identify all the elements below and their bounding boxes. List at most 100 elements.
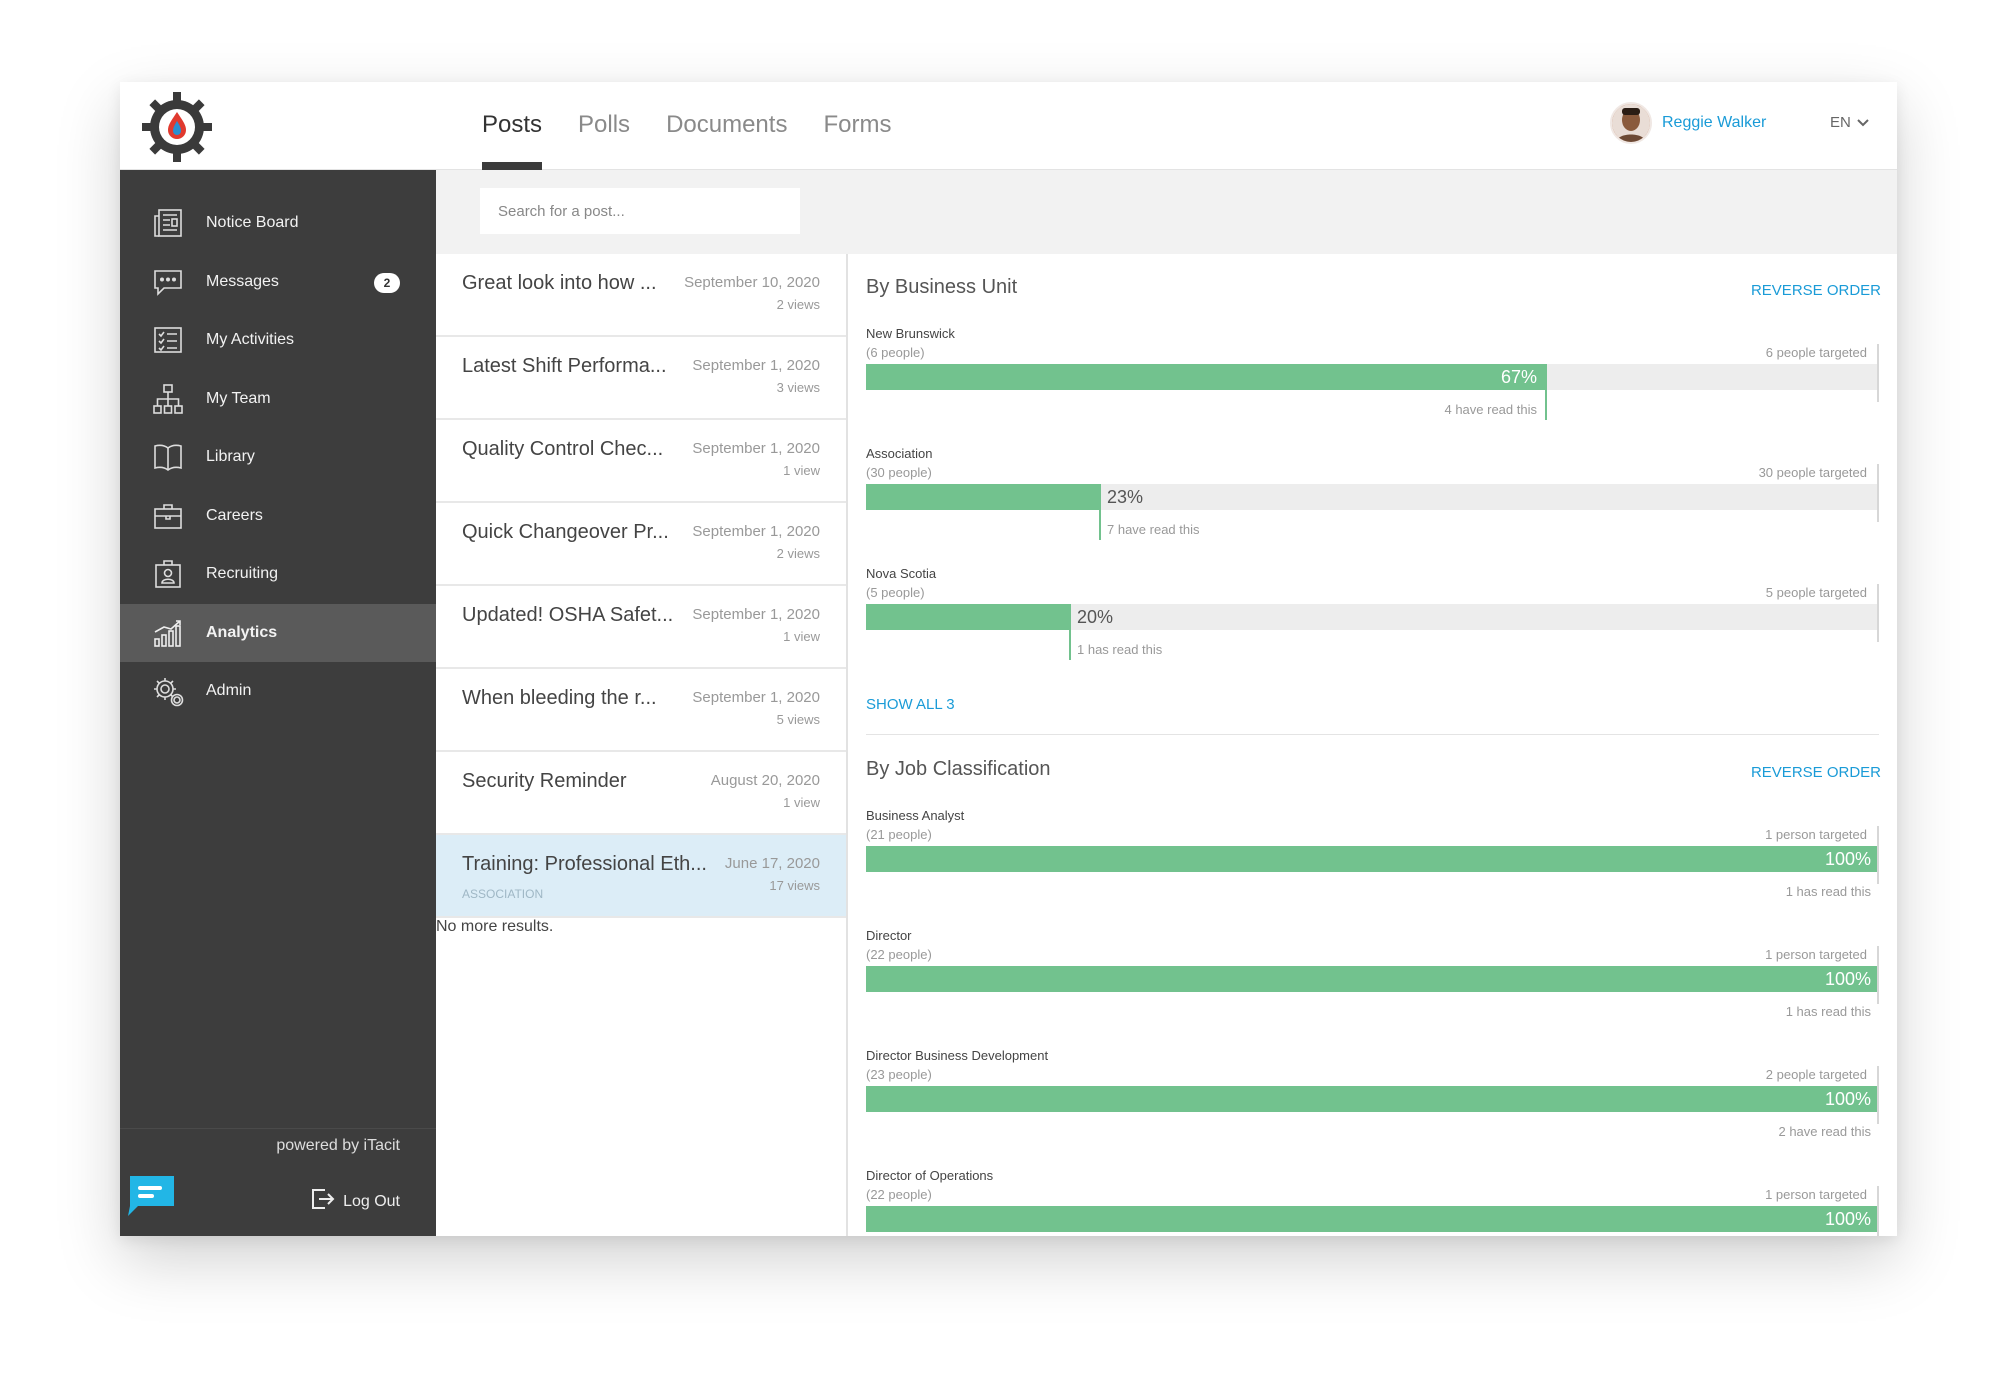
sidebar-item-my-activities[interactable]: My Activities [120, 311, 436, 370]
row-name: Director of Operations [866, 1168, 994, 1183]
post-date: September 1, 2020 [692, 606, 820, 623]
app-window: Posts Polls Documents Forms Reggie Walker E… [120, 82, 1897, 1236]
tab-forms[interactable]: Forms [823, 82, 891, 170]
progress-track [866, 484, 1879, 510]
post-title: Security Reminder [462, 770, 627, 792]
sidebar-item-analytics[interactable]: Analytics [120, 603, 436, 662]
business-unit-title: By Business Unit [866, 276, 1018, 298]
progress-row: New Brunswick (6 people) 6 people targeted… [866, 326, 1879, 446]
row-people-count: (21 people) [866, 827, 932, 842]
row-name: Director [866, 928, 912, 943]
post-list-item[interactable]: Great look into how ... September 10, 202… [436, 254, 846, 337]
row-people-count: (22 people) [866, 947, 932, 962]
row-name: New Brunswick [866, 326, 955, 341]
progress-row: Business Analyst (21 people) 1 person targ… [866, 808, 1879, 928]
bar-chart-icon [150, 615, 186, 651]
post-title: When bleeding the r... [462, 687, 657, 709]
sidebar-item-label: Notice Board [206, 214, 299, 232]
search-input[interactable] [480, 188, 800, 234]
progress-fill [866, 364, 1545, 390]
org-chart-icon [150, 381, 186, 417]
job-classification-title: By Job Classification [866, 758, 1051, 780]
sidebar-item-label: Careers [206, 506, 263, 524]
target-end-line [1877, 584, 1879, 642]
row-people-count: (23 people) [866, 1067, 932, 1082]
progress-track [866, 364, 1879, 390]
progress-row: Nova Scotia (5 people) 5 people targeted 20… [866, 566, 1879, 686]
row-people-count: (22 people) [866, 1187, 932, 1202]
analytics-panel: By Business Unit REVERSE ORDER New Bruns… [850, 254, 1897, 1236]
sidebar-item-label: Library [206, 448, 255, 466]
unread-count-badge: 2 [374, 272, 400, 293]
business-unit-reverse-order-button[interactable]: REVERSE ORDER [1751, 282, 1881, 299]
tab-polls[interactable]: Polls [578, 82, 630, 170]
row-name: Business Analyst [866, 808, 965, 823]
post-list-item[interactable]: Quick Changeover Pr... September 1, 2020 2… [436, 503, 846, 586]
sidebar-item-notice-board[interactable]: Notice Board [120, 194, 436, 253]
post-title: Updated! OSHA Safet... [462, 604, 674, 626]
post-title: Quick Changeover Pr... [462, 521, 669, 543]
sidebar-item-my-team[interactable]: My Team [120, 370, 436, 429]
progress-percent: 20% [1077, 607, 1114, 627]
post-views: 1 view [783, 463, 820, 478]
post-title: Latest Shift Performa... [462, 355, 667, 377]
row-targeted-count: 1 person targeted [1765, 827, 1867, 842]
sidebar-item-recruiting[interactable]: Recruiting [120, 545, 436, 604]
logout-button[interactable]: Log Out [309, 1186, 400, 1217]
post-list-item[interactable]: Training: Professional Eth... June 17, 20… [436, 835, 846, 918]
sidebar-item-careers[interactable]: Careers [120, 487, 436, 546]
search-bar [436, 170, 1897, 254]
progress-row: Association (30 people) 30 people targeted… [866, 446, 1879, 566]
row-targeted-count: 30 people targeted [1758, 465, 1867, 480]
gear-drop-logo[interactable] [140, 90, 214, 164]
progress-track [866, 846, 1879, 872]
post-views: 3 views [776, 380, 820, 395]
post-date: August 20, 2020 [710, 772, 820, 789]
post-views: 2 views [776, 297, 820, 312]
show-all-button[interactable]: SHOW ALL 3 [866, 696, 955, 713]
language-selector[interactable]: EN [1830, 114, 1869, 131]
row-targeted-count: 6 people targeted [1765, 345, 1867, 360]
post-list-item[interactable]: Quality Control Chec... September 1, 2020… [436, 420, 846, 503]
row-targeted-count: 2 people targeted [1765, 1067, 1867, 1082]
post-date: September 1, 2020 [692, 523, 820, 540]
target-end-line [1877, 826, 1879, 884]
progress-fill [866, 484, 1099, 510]
tab-documents[interactable]: Documents [666, 82, 787, 170]
post-list-item[interactable]: Latest Shift Performa... September 1, 202… [436, 337, 846, 420]
user-name[interactable]: Reggie Walker [1662, 114, 1766, 132]
post-title: Training: Professional Eth... [462, 853, 707, 875]
user-menu[interactable]: Reggie Walker [1610, 102, 1766, 144]
tab-posts[interactable]: Posts [482, 82, 543, 170]
job-classification-reverse-order-button[interactable]: REVERSE ORDER [1751, 764, 1881, 781]
post-views: 2 views [776, 546, 820, 561]
chevron-down-icon [1857, 114, 1869, 131]
briefcase-icon [150, 498, 186, 534]
sidebar-item-library[interactable]: Library [120, 428, 436, 487]
sidebar-item-label: Analytics [206, 623, 278, 641]
sidebar-menu: Notice Board Messages 2 My Activities My Tea… [120, 170, 436, 721]
progress-track [866, 1206, 1879, 1232]
target-end-line [1877, 464, 1879, 522]
post-title: Quality Control Chec... [462, 438, 664, 460]
main-tabs: Posts Polls Documents Forms [482, 82, 927, 170]
post-views: 1 view [783, 629, 820, 644]
chat-bubble-icon[interactable] [122, 1170, 178, 1220]
post-list-item[interactable]: Security Reminder August 20, 2020 1 view [436, 752, 846, 835]
row-people-count: (30 people) [866, 465, 932, 480]
top-bar: Posts Polls Documents Forms Reggie Walker E… [120, 82, 1897, 170]
progress-fill [866, 846, 1879, 872]
sidebar-item-admin[interactable]: Admin [120, 662, 436, 721]
logout-icon [309, 1186, 335, 1217]
row-people-count: (5 people) [866, 585, 925, 600]
post-list-item[interactable]: Updated! OSHA Safet... September 1, 2020 1… [436, 586, 846, 669]
progress-track [866, 1086, 1879, 1112]
sidebar-item-label: Recruiting [206, 565, 279, 583]
language-label: EN [1830, 114, 1851, 131]
progress-percent: 100% [1824, 1089, 1871, 1109]
progress-marker [1545, 364, 1547, 420]
progress-percent: 100% [1824, 849, 1871, 869]
avatar[interactable] [1610, 102, 1652, 144]
post-list-item[interactable]: When bleeding the r... September 1, 2020 5… [436, 669, 846, 752]
sidebar-item-messages[interactable]: Messages 2 [120, 253, 436, 312]
